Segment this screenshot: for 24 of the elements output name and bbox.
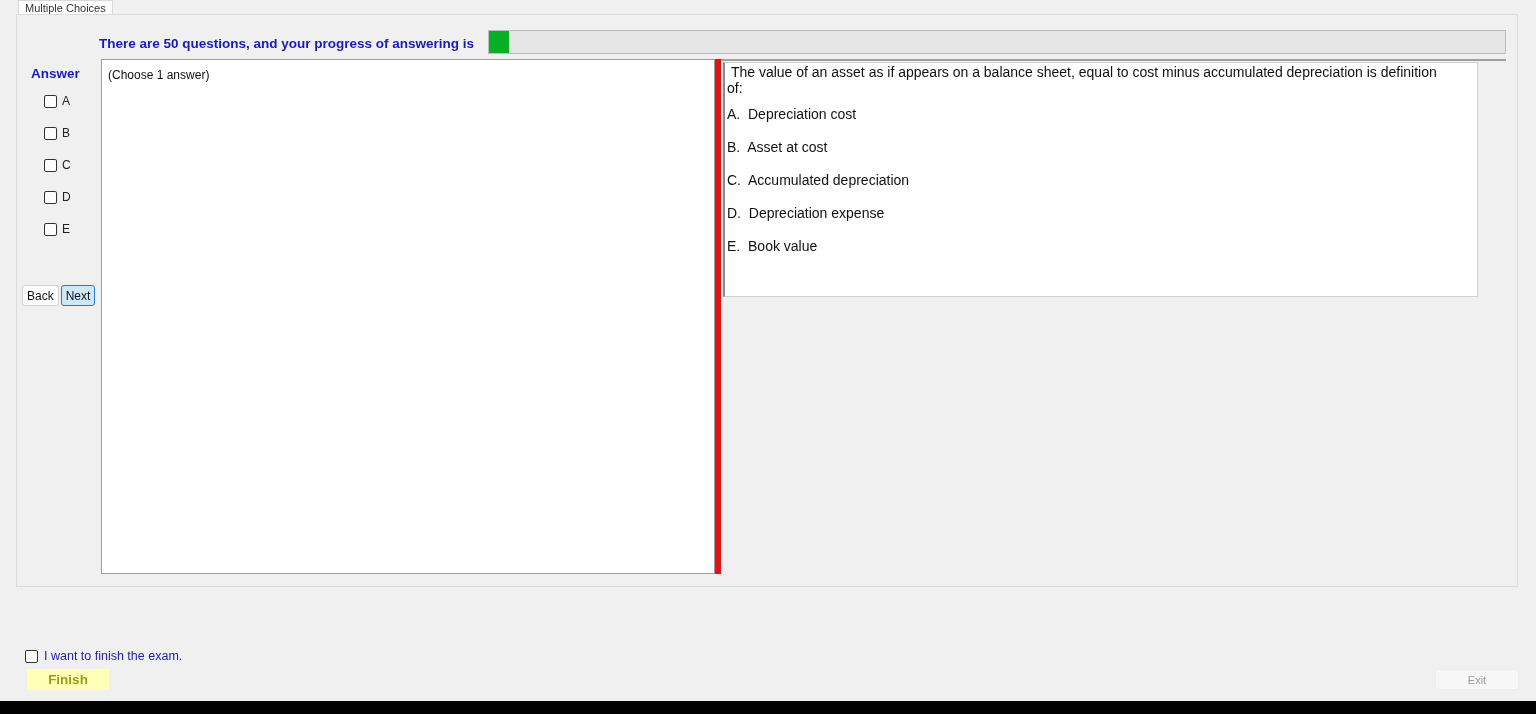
tab[interactable]: Multiple Choices <box>18 0 113 14</box>
choice-text: B. Asset at cost <box>727 139 829 157</box>
back-button[interactable]: Back <box>22 285 59 306</box>
choice-text: E. Book value <box>727 238 819 256</box>
choice-text: D. Depreciation expense <box>727 205 886 223</box>
question-text: The value of an asset as if appears on a balance sheet, equal to cost minus accumulated depreciation is definition of: <box>727 64 1438 96</box>
checkbox[interactable] <box>44 190 57 204</box>
next-button[interactable]: Next <box>60 285 96 306</box>
option-label: E <box>62 222 70 236</box>
choice-text: C. Accumulated depreciation <box>727 172 911 190</box>
choice-text: A. Depreciation cost <box>727 106 858 124</box>
option-label: C <box>62 158 71 172</box>
finish-confirm-label: I want to finish the exam. <box>44 649 183 663</box>
checkbox[interactable] <box>44 222 57 236</box>
option-label: A <box>62 94 70 108</box>
progress-label: There are 50 questions, and your progress of answering is <box>99 35 475 51</box>
answer-title: Answer <box>31 66 80 81</box>
checkbox[interactable] <box>44 126 57 140</box>
checkbox[interactable] <box>44 94 57 108</box>
option-label: B <box>62 126 70 140</box>
option-label: D <box>62 190 71 204</box>
answer-hint: (Choose 1 answer) <box>108 68 210 82</box>
checkbox[interactable] <box>25 649 38 663</box>
checkbox[interactable] <box>44 158 57 172</box>
